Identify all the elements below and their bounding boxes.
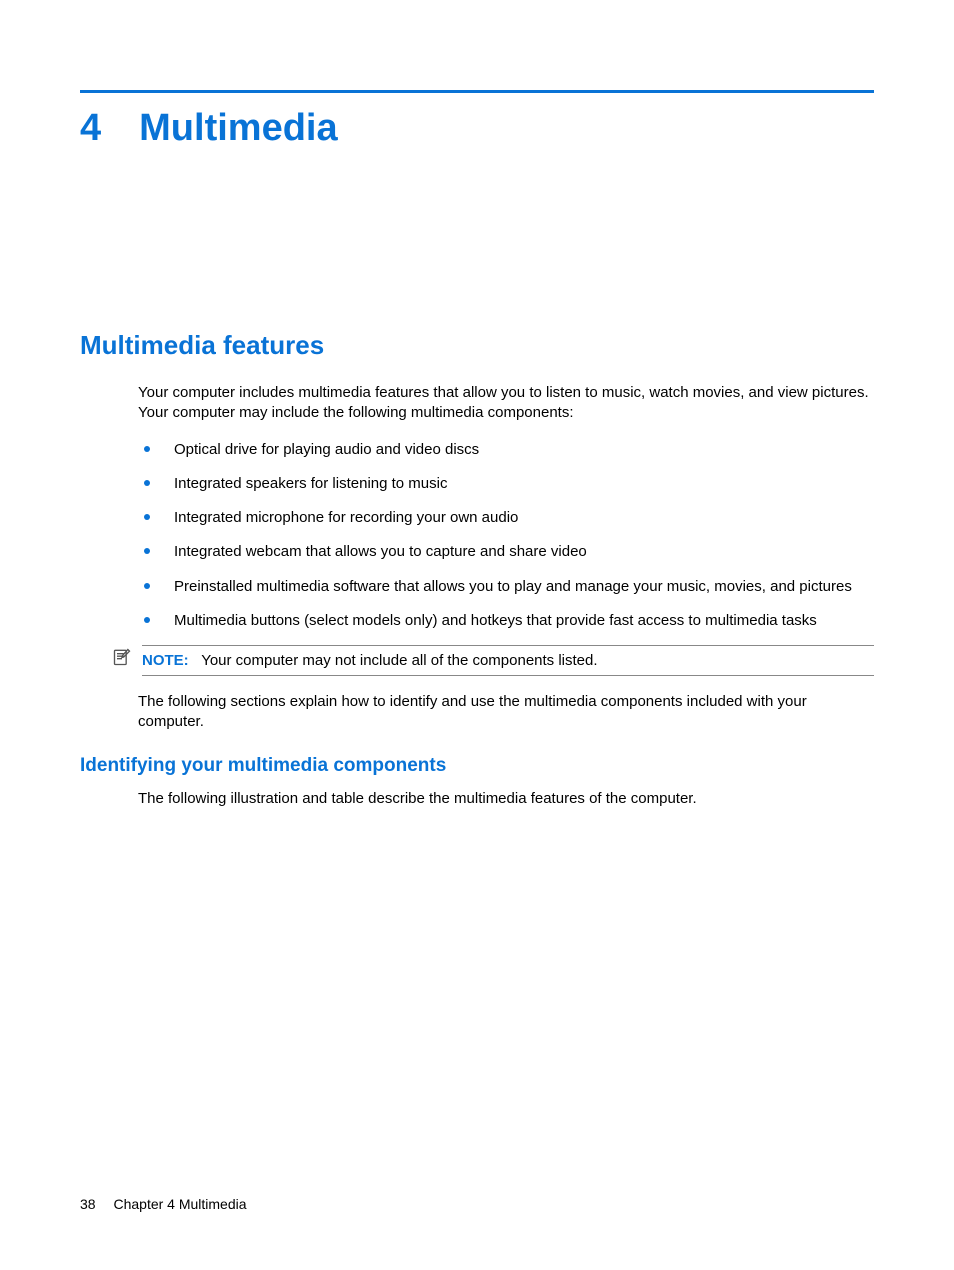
chapter-title: 4 Multimedia <box>80 107 874 150</box>
list-item-text: Integrated speakers for listening to mus… <box>174 475 447 492</box>
subsection-heading: Identifying your multimedia components <box>80 755 874 777</box>
list-item: Integrated speakers for listening to mus… <box>138 474 874 494</box>
bullet-icon <box>144 617 150 623</box>
list-item: Preinstalled multimedia software that al… <box>138 577 874 597</box>
section-heading: Multimedia features <box>80 330 874 361</box>
title-rule <box>80 90 874 93</box>
section-body: Your computer includes multimedia featur… <box>138 383 874 733</box>
subsection-body: The following illustration and table des… <box>138 789 874 809</box>
bullet-icon <box>144 514 150 520</box>
list-item: Optical drive for playing audio and vide… <box>138 440 874 460</box>
list-item-text: Integrated webcam that allows you to cap… <box>174 543 587 560</box>
bullet-list: Optical drive for playing audio and vide… <box>138 440 874 632</box>
note-box: NOTE: Your computer may not include all … <box>142 645 874 676</box>
chapter-name: Multimedia <box>139 107 337 150</box>
note-label: NOTE: <box>142 652 189 669</box>
bullet-icon <box>144 446 150 452</box>
list-item: Integrated microphone for recording your… <box>138 508 874 528</box>
list-item-text: Preinstalled multimedia software that al… <box>174 578 852 595</box>
list-item-text: Multimedia buttons (select models only) … <box>174 612 817 629</box>
note-text: Your computer may not include all of the… <box>201 652 597 669</box>
list-item-text: Integrated microphone for recording your… <box>174 509 518 526</box>
note-icon <box>112 647 132 667</box>
page-number: 38 <box>80 1196 96 1212</box>
document-page: 4 Multimedia Multimedia features Your co… <box>0 0 954 1270</box>
note-callout: NOTE: Your computer may not include all … <box>112 645 874 676</box>
outro-paragraph: The following sections explain how to id… <box>138 692 874 733</box>
subsection-paragraph: The following illustration and table des… <box>138 789 874 809</box>
bullet-icon <box>144 583 150 589</box>
list-item: Multimedia buttons (select models only) … <box>138 611 874 631</box>
list-item-text: Optical drive for playing audio and vide… <box>174 441 479 458</box>
bullet-icon <box>144 548 150 554</box>
footer-label: Chapter 4 Multimedia <box>113 1196 246 1212</box>
page-footer: 38 Chapter 4 Multimedia <box>80 1196 247 1212</box>
bullet-icon <box>144 480 150 486</box>
intro-paragraph: Your computer includes multimedia featur… <box>138 383 874 424</box>
chapter-number: 4 <box>80 107 101 150</box>
list-item: Integrated webcam that allows you to cap… <box>138 542 874 562</box>
